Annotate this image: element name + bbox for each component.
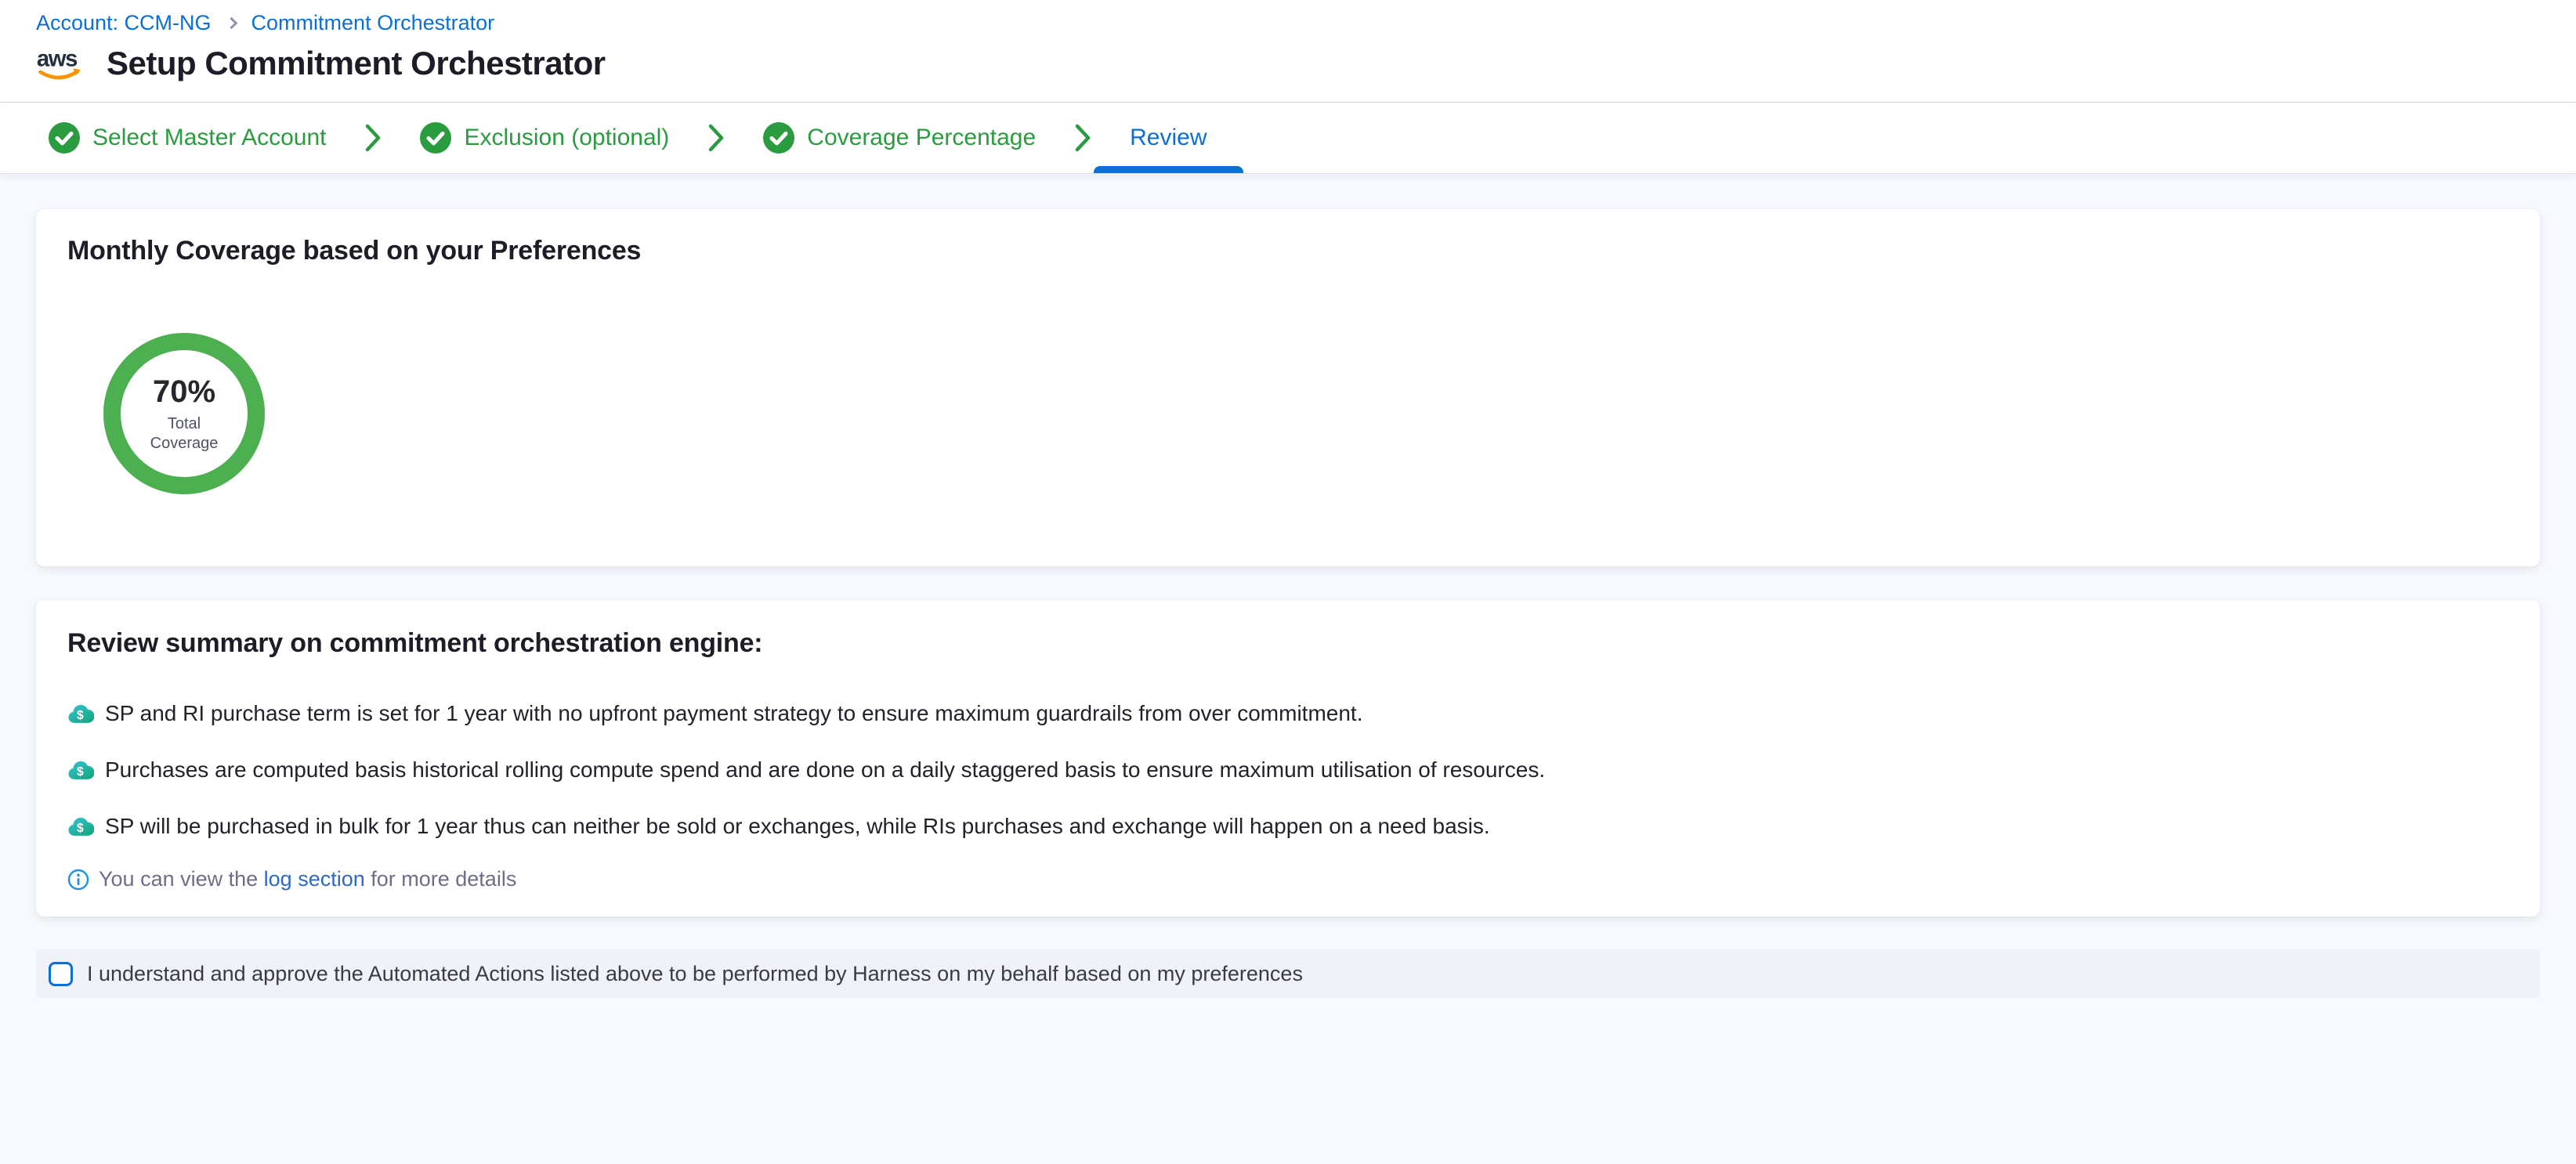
log-section-link[interactable]: log section — [264, 867, 365, 891]
chevron-right-icon — [362, 123, 384, 153]
consent-bar[interactable]: I understand and approve the Automated A… — [36, 949, 2540, 998]
page-header: Account: CCM-NG Commitment Orchestrator … — [0, 0, 2576, 103]
svg-text:$: $ — [77, 765, 84, 778]
cloud-dollar-icon: $ — [67, 815, 94, 838]
cloud-dollar-icon: $ — [67, 759, 94, 782]
summary-bullet-text: Purchases are computed basis historical … — [105, 754, 1545, 786]
step-review[interactable]: Review — [1130, 103, 1207, 173]
step-label: Exclusion (optional) — [464, 125, 669, 151]
breadcrumb-account-link[interactable]: Account: CCM-NG — [36, 11, 212, 35]
step-coverage-percentage[interactable]: Coverage Percentage — [763, 103, 1036, 173]
main-content: Monthly Coverage based on your Preferenc… — [0, 174, 2576, 998]
svg-text:$: $ — [77, 708, 84, 721]
coverage-donut-label: Total Coverage — [150, 414, 219, 454]
log-info-text: You can view the log section for more de… — [99, 867, 516, 891]
check-circle-icon — [49, 122, 80, 154]
coverage-card-title: Monthly Coverage based on your Preferenc… — [67, 236, 2509, 266]
summary-card-title: Review summary on commitment orchestrati… — [67, 628, 2509, 659]
step-exclusion[interactable]: Exclusion (optional) — [420, 103, 669, 173]
page-title: Setup Commitment Orchestrator — [107, 45, 606, 82]
consent-label: I understand and approve the Automated A… — [87, 962, 1303, 986]
aws-logo-icon: aws — [36, 45, 86, 82]
step-label: Coverage Percentage — [807, 125, 1036, 151]
check-circle-icon — [763, 122, 794, 154]
total-coverage-donut: 70% Total Coverage — [103, 333, 265, 494]
summary-bullet-list: $ SP and RI purchase term is set for 1 y… — [67, 698, 2509, 842]
step-separator — [1072, 103, 1094, 173]
info-suffix: for more details — [365, 867, 517, 891]
info-icon — [67, 869, 89, 891]
chevron-right-icon — [705, 123, 727, 153]
cloud-dollar-icon: $ — [67, 703, 94, 725]
summary-bullet: $ Purchases are computed basis historica… — [67, 754, 2509, 786]
breadcrumb: Account: CCM-NG Commitment Orchestrator — [36, 11, 2540, 35]
summary-bullet: $ SP and RI purchase term is set for 1 y… — [67, 698, 2509, 729]
info-prefix: You can view the — [99, 867, 264, 891]
coverage-percent-value: 70% — [153, 374, 215, 410]
svg-text:aws: aws — [37, 47, 78, 72]
check-circle-icon — [420, 122, 451, 154]
step-select-master-account[interactable]: Select Master Account — [49, 103, 326, 173]
consent-checkbox[interactable] — [49, 962, 73, 986]
title-row: aws Setup Commitment Orchestrator — [36, 45, 2540, 82]
step-separator — [705, 103, 727, 173]
coverage-card: Monthly Coverage based on your Preferenc… — [36, 209, 2540, 566]
step-label: Select Master Account — [92, 125, 326, 151]
summary-bullet: $ SP will be purchased in bulk for 1 yea… — [67, 811, 2509, 842]
svg-text:$: $ — [77, 821, 84, 834]
summary-bullet-text: SP and RI purchase term is set for 1 yea… — [105, 698, 1362, 729]
step-separator — [362, 103, 384, 173]
log-info-row: You can view the log section for more de… — [67, 867, 2509, 891]
wizard-stepper: Select Master Account Exclusion (optiona… — [0, 103, 2576, 174]
chevron-right-icon — [1072, 123, 1094, 153]
summary-bullet-text: SP will be purchased in bulk for 1 year … — [105, 811, 1490, 842]
step-label: Review — [1130, 125, 1207, 151]
chevron-right-icon — [225, 17, 237, 30]
review-summary-card: Review summary on commitment orchestrati… — [36, 600, 2540, 916]
breadcrumb-page-link[interactable]: Commitment Orchestrator — [251, 11, 495, 35]
